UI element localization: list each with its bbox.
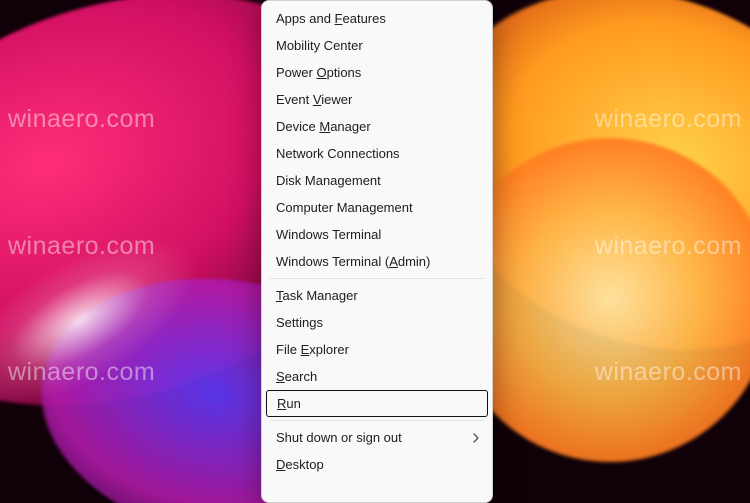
menu-item-apps-and-features[interactable]: Apps and Features <box>266 5 488 32</box>
menu-item-search[interactable]: Search <box>266 363 488 390</box>
menu-item-desktop[interactable]: Desktop <box>266 451 488 478</box>
menu-item-file-explorer[interactable]: File Explorer <box>266 336 488 363</box>
menu-item-label: Mobility Center <box>276 38 363 53</box>
menu-item-windows-terminal[interactable]: Windows Terminal <box>266 221 488 248</box>
menu-item-settings[interactable]: Settings <box>266 309 488 336</box>
menu-item-label: Windows Terminal <box>276 227 381 242</box>
menu-item-disk-management[interactable]: Disk Management <box>266 167 488 194</box>
menu-item-label: Settings <box>276 315 323 330</box>
menu-item-label: Power Options <box>276 65 361 80</box>
menu-item-label: Shut down or sign out <box>276 430 402 445</box>
menu-item-label: Desktop <box>276 457 324 472</box>
menu-item-label: Search <box>276 369 317 384</box>
desktop: winaero.com winaero.com winaero.com wina… <box>0 0 750 503</box>
menu-item-run[interactable]: Run <box>266 390 488 417</box>
menu-item-label: Run <box>277 396 301 411</box>
menu-item-mobility-center[interactable]: Mobility Center <box>266 32 488 59</box>
menu-item-label: Network Connections <box>276 146 400 161</box>
menu-item-label: Disk Management <box>276 173 381 188</box>
menu-item-event-viewer[interactable]: Event Viewer <box>266 86 488 113</box>
menu-separator <box>270 278 484 279</box>
menu-item-label: Apps and Features <box>276 11 386 26</box>
menu-item-label: Task Manager <box>276 288 358 303</box>
menu-item-task-manager[interactable]: Task Manager <box>266 282 488 309</box>
menu-item-device-manager[interactable]: Device Manager <box>266 113 488 140</box>
menu-item-windows-terminal-admin[interactable]: Windows Terminal (Admin) <box>266 248 488 275</box>
menu-item-label: Windows Terminal (Admin) <box>276 254 430 269</box>
menu-item-label: Event Viewer <box>276 92 352 107</box>
chevron-right-icon <box>472 433 480 443</box>
menu-item-label: Computer Management <box>276 200 413 215</box>
menu-item-shut-down-or-sign-out[interactable]: Shut down or sign out <box>266 424 488 451</box>
menu-item-power-options[interactable]: Power Options <box>266 59 488 86</box>
menu-separator <box>270 420 484 421</box>
menu-item-label: Device Manager <box>276 119 371 134</box>
winx-context-menu: Apps and Features Mobility Center Power Op… <box>261 0 493 503</box>
menu-item-network-connections[interactable]: Network Connections <box>266 140 488 167</box>
menu-item-computer-management[interactable]: Computer Management <box>266 194 488 221</box>
menu-item-label: File Explorer <box>276 342 349 357</box>
